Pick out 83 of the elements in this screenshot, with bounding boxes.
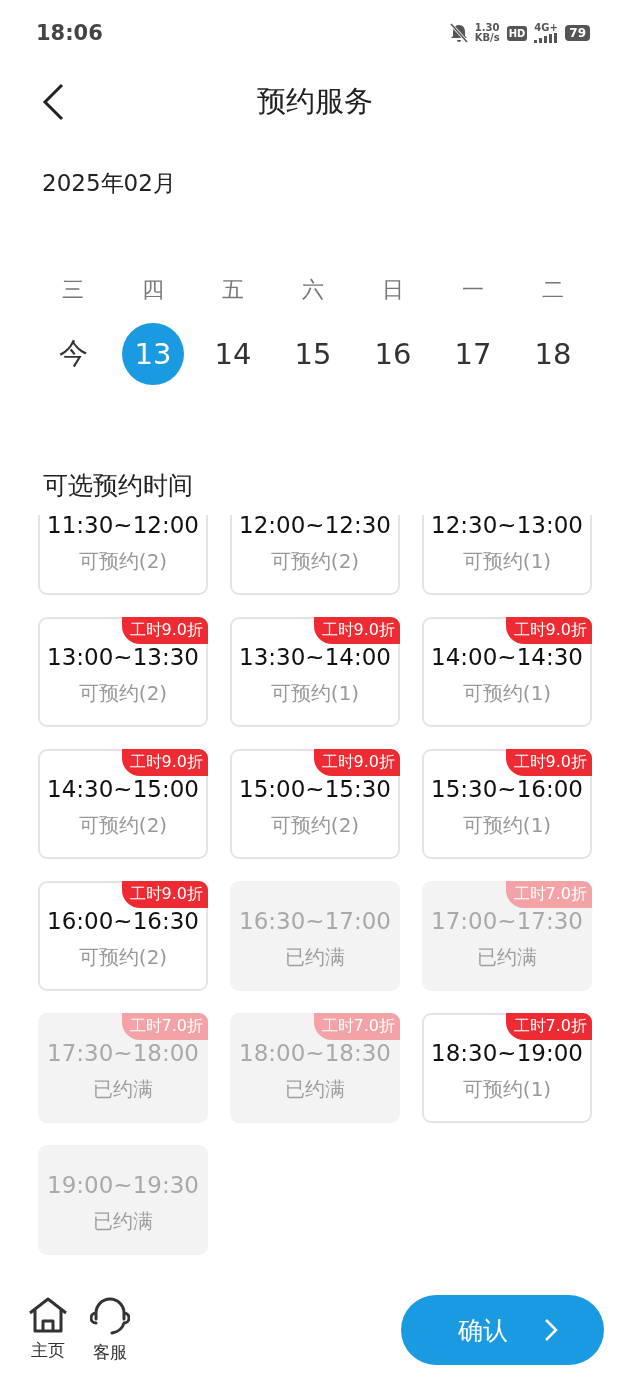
slot-status: 已约满 bbox=[93, 1207, 153, 1235]
slot-status: 可预约(1) bbox=[462, 547, 552, 575]
slot-time: 15:00~15:30 bbox=[239, 775, 391, 802]
weekday-label: 五 bbox=[221, 276, 245, 304]
time-slot-card[interactable]: 工时9.0折 16:00~16:30 可预约(2) bbox=[38, 881, 208, 991]
slot-time: 15:30~16:00 bbox=[431, 775, 583, 802]
discount-tag: 工时7.0折 bbox=[313, 1013, 400, 1040]
weekday-label: 三 bbox=[61, 276, 85, 304]
battery-level: 79 bbox=[565, 25, 590, 41]
speed-unit: KB/s bbox=[474, 33, 500, 43]
date-button[interactable]: 15 bbox=[282, 323, 344, 385]
slot-status: 已约满 bbox=[285, 1075, 345, 1103]
discount-tag: 工时9.0折 bbox=[505, 617, 592, 644]
discount-tag: 工时9.0折 bbox=[121, 617, 208, 644]
slot-time: 19:00~19:30 bbox=[47, 1171, 199, 1198]
slot-status: 可预约(2) bbox=[270, 547, 360, 575]
date-button[interactable]: 今 bbox=[42, 323, 104, 385]
weekday-label: 四 bbox=[141, 276, 165, 304]
chevron-right-icon bbox=[543, 1318, 558, 1342]
slot-status: 已约满 bbox=[285, 943, 345, 971]
time-slot-card[interactable]: 12:30~13:00 可预约(1) bbox=[422, 515, 592, 595]
headset-icon bbox=[90, 1296, 130, 1335]
nav-item[interactable]: 主页 bbox=[28, 1296, 68, 1364]
slot-status: 可预约(2) bbox=[78, 943, 168, 971]
slot-time: 13:00~13:30 bbox=[47, 643, 199, 670]
slot-time: 18:30~19:00 bbox=[431, 1039, 583, 1066]
speed-value: 1.30 bbox=[474, 23, 500, 33]
date-button[interactable]: 17 bbox=[442, 323, 504, 385]
slot-status: 可预约(1) bbox=[462, 811, 552, 839]
time-slot-card[interactable]: 工时7.0折 18:30~19:00 可预约(1) bbox=[422, 1013, 592, 1123]
discount-tag: 工时9.0折 bbox=[313, 617, 400, 644]
slot-time: 14:30~15:00 bbox=[47, 775, 199, 802]
slot-status: 可预约(2) bbox=[78, 811, 168, 839]
slot-status: 可预约(1) bbox=[270, 679, 360, 707]
slot-time: 18:00~18:30 bbox=[239, 1039, 391, 1066]
month-label: 2025年02月 bbox=[41, 169, 177, 198]
slot-time: 16:00~16:30 bbox=[47, 907, 199, 934]
time-slot-card[interactable]: 工时9.0折 14:30~15:00 可预约(2) bbox=[38, 749, 208, 859]
slot-status: 已约满 bbox=[93, 1075, 153, 1103]
signal-icon bbox=[534, 33, 559, 43]
section-title: 可选预约时间 bbox=[42, 470, 194, 502]
slot-status: 可预约(2) bbox=[78, 547, 168, 575]
discount-tag: 工时9.0折 bbox=[121, 749, 208, 776]
slot-time: 17:00~17:30 bbox=[431, 907, 583, 934]
time-slot-card[interactable]: 工时9.0折 15:00~15:30 可预约(2) bbox=[230, 749, 400, 859]
hd-badge: HD bbox=[506, 25, 528, 41]
status-time: 18:06 bbox=[36, 21, 103, 45]
time-slot-card[interactable]: 工时9.0折 13:00~13:30 可预约(2) bbox=[38, 617, 208, 727]
page-title: 预约服务 bbox=[257, 83, 373, 120]
weekday-label: 二 bbox=[541, 276, 565, 304]
bell-off-icon bbox=[449, 23, 468, 43]
discount-tag: 工时9.0折 bbox=[505, 749, 592, 776]
discount-tag: 工时7.0折 bbox=[505, 1013, 592, 1040]
discount-tag: 工时9.0折 bbox=[313, 749, 400, 776]
date-button[interactable]: 16 bbox=[362, 323, 424, 385]
time-slot-card[interactable]: 工时9.0折 15:30~16:00 可预约(1) bbox=[422, 749, 592, 859]
slot-status: 可预约(2) bbox=[78, 679, 168, 707]
discount-tag: 工时9.0折 bbox=[121, 881, 208, 908]
slot-time: 16:30~17:00 bbox=[239, 907, 391, 934]
discount-tag: 工时7.0折 bbox=[121, 1013, 208, 1040]
slot-time: 14:00~14:30 bbox=[431, 643, 583, 670]
slot-time: 11:30~12:00 bbox=[47, 515, 199, 538]
time-slot-card[interactable]: 工时9.0折 14:00~14:30 可预约(1) bbox=[422, 617, 592, 727]
slot-status: 已约满 bbox=[477, 943, 537, 971]
date-button[interactable]: 14 bbox=[202, 323, 264, 385]
slot-status: 可预约(1) bbox=[462, 1075, 552, 1103]
slot-time: 12:00~12:30 bbox=[239, 515, 391, 538]
time-slot-card[interactable]: 12:00~12:30 可预约(2) bbox=[230, 515, 400, 595]
slot-time: 13:30~14:00 bbox=[239, 643, 391, 670]
time-slot-card[interactable]: 工时9.0折 13:30~14:00 可预约(1) bbox=[230, 617, 400, 727]
slot-time: 17:30~18:00 bbox=[47, 1039, 199, 1066]
slot-status: 可预约(2) bbox=[270, 811, 360, 839]
home-icon bbox=[28, 1296, 68, 1333]
time-slot-card[interactable]: 11:30~12:00 可预约(2) bbox=[38, 515, 208, 595]
slot-time: 12:30~13:00 bbox=[431, 515, 583, 538]
weekday-label: 六 bbox=[301, 276, 325, 304]
network-type: 4G+ bbox=[534, 23, 558, 33]
nav-item[interactable]: 客服 bbox=[90, 1296, 130, 1364]
discount-tag: 工时7.0折 bbox=[505, 881, 592, 908]
date-button[interactable]: 18 bbox=[522, 323, 584, 385]
weekday-label: 一 bbox=[461, 276, 485, 304]
slot-status: 可预约(1) bbox=[462, 679, 552, 707]
weekday-label: 日 bbox=[381, 276, 405, 304]
